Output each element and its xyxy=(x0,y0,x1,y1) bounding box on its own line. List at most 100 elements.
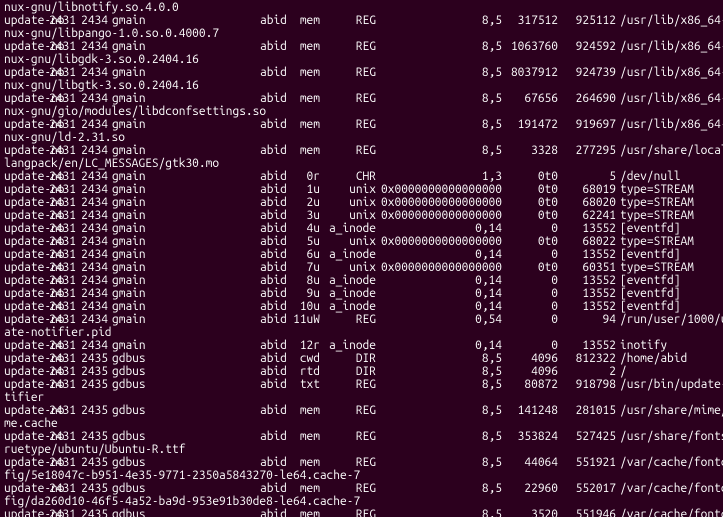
col-pid: 2431 xyxy=(44,66,76,79)
col-node: 13552 xyxy=(558,300,616,313)
col-fd: 2u xyxy=(290,196,320,209)
col-user: abid xyxy=(260,261,290,274)
col-command: update-no xyxy=(4,352,44,365)
col-taskcmd: gmain xyxy=(112,14,156,27)
col-pid: 2431 xyxy=(44,40,76,53)
col-tid: 2434 xyxy=(76,209,108,222)
lsof-row: update-no24312434gmainabid5uunix0x000000… xyxy=(4,235,719,248)
col-device: 8,5 xyxy=(376,430,502,443)
col-size: 80872 xyxy=(502,378,558,391)
col-fd: 0r xyxy=(290,170,320,183)
col-node: 925112 xyxy=(558,14,616,27)
col-taskcmd: gmain xyxy=(112,40,156,53)
col-fd: cwd xyxy=(290,352,320,365)
col-command: update-no xyxy=(4,209,44,222)
col-fd: 1u xyxy=(290,183,320,196)
col-tid: 2435 xyxy=(76,404,108,417)
col-size: 0t0 xyxy=(502,170,558,183)
wrapped-name-fragment: fig/5e18047c-b951-4e35-9771-2350a5843270… xyxy=(4,469,719,482)
col-taskcmd: gdbus xyxy=(112,365,156,378)
col-fd: txt xyxy=(290,378,320,391)
col-size: 0 xyxy=(502,287,558,300)
col-fd: mem xyxy=(290,118,320,131)
col-node: 5 xyxy=(558,170,616,183)
col-device: 8,5 xyxy=(376,365,502,378)
col-name: /usr/share/fonts/t xyxy=(620,430,723,443)
wrapped-name-fragment: nux-gnu/gio/modules/libdconfsettings.so xyxy=(4,105,719,118)
lsof-row: update-no24312434gmainabid8ua_inode0,140… xyxy=(4,274,719,287)
col-command: update-no xyxy=(4,508,44,517)
col-node: 13552 xyxy=(558,248,616,261)
col-type: REG xyxy=(324,118,376,131)
col-user: abid xyxy=(260,430,290,443)
col-type: REG xyxy=(324,430,376,443)
col-name: /usr/lib/x86_64-li xyxy=(620,40,723,53)
col-fd: mem xyxy=(290,482,320,495)
col-name: /usr/share/mime/mi xyxy=(620,404,723,417)
col-type: REG xyxy=(324,508,376,517)
col-pid: 2431 xyxy=(44,508,76,517)
col-pid: 2431 xyxy=(44,404,76,417)
col-command: update-no xyxy=(4,40,44,53)
lsof-row: update-no24312434gmainabid4ua_inode0,140… xyxy=(4,222,719,235)
lsof-row: update-no24312434gmainabid2uunix0x000000… xyxy=(4,196,719,209)
col-name: type=STREAM xyxy=(620,235,694,248)
col-pid: 2431 xyxy=(44,92,76,105)
col-device: 8,5 xyxy=(376,14,502,27)
col-pid: 2431 xyxy=(44,222,76,235)
col-user: abid xyxy=(260,274,290,287)
col-size: 0 xyxy=(502,274,558,287)
wrapped-name-fragment: tifier xyxy=(4,391,719,404)
col-device: 8,5 xyxy=(376,482,502,495)
col-name: type=STREAM xyxy=(620,209,694,222)
col-node: 551921 xyxy=(558,456,616,469)
lsof-row: update-no24312435gdbusabidtxtREG8,580872… xyxy=(4,378,719,391)
col-size: 0t0 xyxy=(502,196,558,209)
col-device: 0,54 xyxy=(376,313,502,326)
col-user: abid xyxy=(260,248,290,261)
terminal-output[interactable]: nux-gnu/libnotify.so.4.0.0update-no24312… xyxy=(0,0,723,517)
col-size: 191472 xyxy=(502,118,558,131)
col-node: 68019 xyxy=(558,183,616,196)
col-fd: 4u xyxy=(290,222,320,235)
col-node: 13552 xyxy=(558,274,616,287)
col-pid: 2431 xyxy=(44,456,76,469)
col-taskcmd: gmain xyxy=(112,339,156,352)
col-tid: 2434 xyxy=(76,222,108,235)
col-taskcmd: gdbus xyxy=(112,508,156,517)
col-name: /usr/bin/update-no xyxy=(620,378,723,391)
col-name: /home/abid xyxy=(620,352,687,365)
col-tid: 2434 xyxy=(76,40,108,53)
lsof-row: update-no24312434gmainabid11uWREG0,54094… xyxy=(4,313,719,326)
col-tid: 2434 xyxy=(76,313,108,326)
col-taskcmd: gdbus xyxy=(112,404,156,417)
col-node: 94 xyxy=(558,313,616,326)
col-fd: mem xyxy=(290,40,320,53)
col-type: DIR xyxy=(324,352,376,365)
col-taskcmd: gmain xyxy=(112,92,156,105)
col-user: abid xyxy=(260,40,290,53)
col-node: 60351 xyxy=(558,261,616,274)
col-command: update-no xyxy=(4,248,44,261)
wrapped-name-fragment: nux-gnu/ld-2.31.so xyxy=(4,131,719,144)
col-device: 0,14 xyxy=(376,248,502,261)
col-fd: 6u xyxy=(290,248,320,261)
col-user: abid xyxy=(260,183,290,196)
col-pid: 2431 xyxy=(44,14,76,27)
col-pid: 2431 xyxy=(44,209,76,222)
col-pid: 2431 xyxy=(44,248,76,261)
col-name: /run/user/1000/upd xyxy=(620,313,723,326)
col-user: abid xyxy=(260,235,290,248)
col-type: REG xyxy=(324,40,376,53)
col-fd: mem xyxy=(290,144,320,157)
wrapped-name-fragment: langpack/en/LC_MESSAGES/gtk30.mo xyxy=(4,157,719,170)
col-name: /usr/lib/x86_64-li xyxy=(620,14,723,27)
col-name: [eventfd] xyxy=(620,222,680,235)
col-tid: 2434 xyxy=(76,170,108,183)
col-pid: 2431 xyxy=(44,339,76,352)
col-tid: 2435 xyxy=(76,508,108,517)
col-type: CHR xyxy=(324,170,376,183)
col-device: 8,5 xyxy=(376,378,502,391)
col-taskcmd: gmain xyxy=(112,196,156,209)
col-tid: 2434 xyxy=(76,248,108,261)
